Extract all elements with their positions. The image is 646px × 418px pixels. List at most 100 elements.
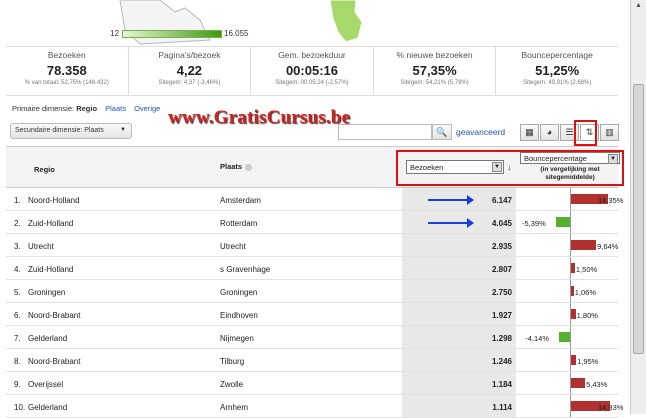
geo-map: 12 16.055 [0, 0, 630, 46]
metric-sub: Sitegem: 4,37 (-3,46%) [158, 80, 221, 86]
row-bezoeken: 1.246 [402, 349, 516, 371]
column-header-plaats[interactable]: Plaats [220, 162, 253, 171]
table-row[interactable]: 5. Groningen Groningen 2.750 1,06% [6, 280, 618, 303]
row-number: 10. [14, 403, 26, 412]
table-row[interactable]: 9. Overijssel Zwolle 1.184 5,43% [6, 372, 618, 395]
column-header-regio[interactable]: Regio [34, 165, 55, 174]
row-regio[interactable]: Noord-Brabant [28, 311, 80, 320]
scroll-up-arrow-icon[interactable]: ▲ [633, 2, 644, 12]
primary-dimension-label: Primaire dimensie: [12, 104, 75, 113]
chevron-down-icon: ▼ [492, 162, 502, 172]
row-bounce-delta: 5,43% [586, 380, 608, 389]
row-plaats[interactable]: Zwolle [220, 380, 243, 389]
table-search-input[interactable] [338, 124, 432, 140]
dimension-overige-link[interactable]: Overige [134, 104, 160, 113]
metric-select-bezoeken[interactable]: Bezoeken ▼ [406, 160, 504, 174]
row-number: 8. [14, 357, 21, 366]
positive-delta-bar [571, 286, 574, 296]
row-plaats[interactable]: Utrecht [220, 242, 246, 251]
metrics-summary: Bezoeken 78.358 % van totaal: 52,75% (14… [6, 46, 618, 96]
row-bezoeken: 2.807 [402, 257, 516, 279]
row-plaats[interactable]: Tilburg [220, 357, 244, 366]
row-number: 3. [14, 242, 21, 251]
dimension-regio[interactable]: Regio [76, 104, 97, 113]
watermark-text: www.GratisCursus.be [168, 107, 351, 128]
row-regio[interactable]: Overijssel [28, 380, 63, 389]
row-regio[interactable]: Gelderland [28, 403, 67, 412]
row-plaats[interactable]: Nijmegen [220, 334, 254, 343]
comparison-axis [570, 211, 571, 233]
row-number: 5. [14, 288, 21, 297]
row-bezoeken: 1.184 [402, 372, 516, 394]
map-legend-max: 16.055 [224, 29, 249, 38]
comparison-axis [570, 326, 571, 348]
dimension-plaats-link[interactable]: Plaats [105, 104, 126, 113]
metric-value: 4,22 [176, 63, 203, 78]
metric-label: Gem. bezoekduur [278, 50, 346, 60]
row-bounce-delta: -4,14% [525, 334, 549, 343]
row-plaats[interactable]: s Gravenhage [220, 265, 270, 274]
negative-delta-bar [555, 217, 570, 227]
row-number: 4. [14, 265, 21, 274]
compare-select-bouncepercentage[interactable]: Bouncepercentage ▼ [520, 152, 620, 164]
row-plaats[interactable]: Groningen [220, 288, 257, 297]
positive-delta-bar [571, 378, 586, 388]
table-row[interactable]: 4. Zuid-Holland s Gravenhage 2.807 1,50% [6, 257, 618, 280]
row-regio[interactable]: Groningen [28, 288, 65, 297]
chevron-down-icon: ▼ [608, 154, 618, 164]
sort-descending-icon[interactable]: ↓ [507, 162, 512, 172]
pivot-view-icon[interactable]: ▥ [600, 124, 619, 141]
positive-delta-bar [571, 263, 575, 273]
row-number: 1. [14, 196, 21, 205]
table-row[interactable]: 2. Zuid-Holland Rotterdam 4.045 -5,39% [6, 211, 618, 234]
view-switcher: ▦ ◕ ☰ ⇅ ▥ [520, 124, 620, 141]
map-legend-gradient [122, 30, 222, 38]
advanced-filter-link[interactable]: geavanceerd [456, 127, 505, 137]
annotation-arrow-icon [428, 195, 474, 205]
metric-select-label: Bezoeken [410, 163, 444, 172]
row-number: 6. [14, 311, 21, 320]
row-plaats[interactable]: Amsterdam [220, 196, 261, 205]
row-regio[interactable]: Noord-Holland [28, 196, 80, 205]
primary-dimension-bar: Primaire dimensie: Regio Plaats Overige [12, 104, 160, 113]
table-row[interactable]: 3. Utrecht Utrecht 2.935 9,64% [6, 234, 618, 257]
row-regio[interactable]: Zuid-Holland [28, 219, 73, 228]
table-row[interactable]: 8. Noord-Brabant Tilburg 1.246 1,95% [6, 349, 618, 372]
compare-select-label: Bouncepercentage [524, 154, 587, 163]
row-regio[interactable]: Zuid-Holland [28, 265, 73, 274]
row-plaats[interactable]: Eindhoven [220, 311, 258, 320]
metric-bouncepercentage: Bouncepercentage 51,25% Sitegem: 49,91% … [496, 47, 618, 95]
metric-value: 00:05:16 [285, 63, 338, 78]
row-plaats[interactable]: Rotterdam [220, 219, 257, 228]
table-row[interactable]: 6. Noord-Brabant Eindhoven 1.927 1,80% [6, 303, 618, 326]
row-bounce-delta: 14,93% [598, 403, 624, 412]
row-bounce-delta: 1,80% [576, 311, 598, 320]
metric-nieuwe-bezoeken: % nieuwe bezoeken 57,35% Sitegem: 54,21%… [374, 47, 497, 95]
table-row[interactable]: 1. Noord-Holland Amsterdam 6.147 14,35% [6, 188, 623, 211]
row-plaats[interactable]: Arnhem [220, 403, 248, 412]
row-regio[interactable]: Gelderland [28, 334, 67, 343]
row-regio[interactable]: Noord-Brabant [28, 357, 80, 366]
positive-delta-bar [571, 355, 577, 365]
chevron-down-icon: ▼ [120, 127, 126, 133]
table-row[interactable]: 7. Gelderland Nijmegen 1.298 -4,14% [6, 326, 618, 349]
row-regio[interactable]: Utrecht [28, 242, 54, 251]
pie-view-icon[interactable]: ◕ [540, 124, 559, 141]
compare-note: (in vergelijking met sitegemiddelde) [540, 166, 600, 181]
row-number: 7. [14, 334, 21, 343]
scrollbar-thumb[interactable] [633, 84, 644, 354]
row-bezoeken: 2.935 [402, 234, 516, 256]
table-row[interactable]: 10. Gelderland Arnhem 1.114 14,93% [6, 395, 623, 418]
search-icon: 🔍 [436, 127, 448, 137]
table-view-icon[interactable]: ▦ [520, 124, 539, 141]
secondary-dimension-dropdown[interactable]: Secundaire dimensie: Plaats ▼ [10, 123, 132, 139]
vertical-scrollbar[interactable]: ▲ [630, 0, 646, 414]
metric-paginas-per-bezoek: Pagina's/bezoek 4,22 Sitegem: 4,37 (-3,4… [129, 47, 252, 95]
column-header-plaats-label: Plaats [220, 162, 243, 171]
metric-sub: Sitegem: 00:05:24 (-2,57%) [275, 80, 349, 86]
search-button[interactable]: 🔍 [432, 124, 452, 140]
help-icon[interactable] [245, 163, 253, 171]
negative-delta-bar [559, 332, 570, 342]
row-bounce-delta: 1,95% [577, 357, 599, 366]
map-legend-min: 12 [110, 29, 119, 38]
